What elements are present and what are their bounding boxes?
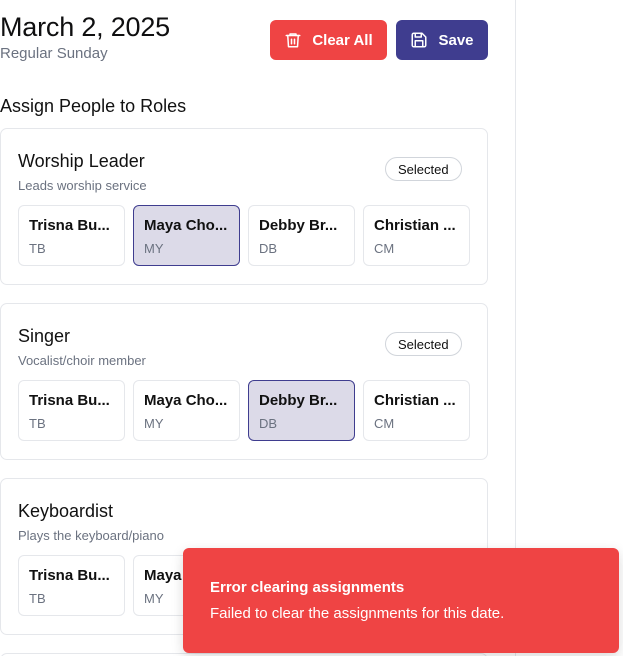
person-name: Debby Br...: [259, 217, 338, 234]
error-toast[interactable]: Error clearing assignments Failed to cle…: [183, 548, 619, 653]
person-name: Trisna Bu...: [29, 392, 110, 409]
toast-message: Failed to clear the assignments for this…: [210, 605, 505, 622]
person-name: Christian ...: [374, 392, 456, 409]
person-name: Trisna Bu...: [29, 217, 110, 234]
role-name: Keyboardist: [18, 501, 114, 521]
person-name: Maya Cho...: [144, 217, 228, 234]
trash-icon: [285, 33, 301, 48]
save-label: Save: [438, 31, 474, 49]
person-initials: MY: [144, 241, 164, 256]
person-initials: TB: [29, 416, 46, 431]
service-type-label: Regular Sunday: [0, 45, 108, 62]
person-initials: MY: [144, 416, 164, 431]
person-card[interactable]: Debby Br... DB: [248, 205, 355, 266]
person-card[interactable]: Christian ... CM: [363, 205, 470, 266]
toast-title: Error clearing assignments: [210, 579, 405, 596]
person-card[interactable]: Christian ... CM: [363, 380, 470, 441]
role-card-singer: Singer Vocalist/choir member Selected Tr…: [0, 303, 488, 460]
page-title: March 2, 2025: [0, 12, 170, 42]
section-title: Assign People to Roles: [0, 96, 187, 116]
person-initials: CM: [374, 241, 395, 256]
clear-all-button[interactable]: Clear All: [270, 20, 387, 60]
person-card[interactable]: Trisna Bu... TB: [18, 205, 125, 266]
role-card-worship-leader: Worship Leader Leads worship service Sel…: [0, 128, 488, 285]
role-description: Vocalist/choir member: [18, 353, 146, 368]
person-initials: MY: [144, 591, 164, 606]
status-badge: Selected: [385, 157, 462, 181]
person-initials: TB: [29, 591, 46, 606]
person-card[interactable]: Maya Cho... MY: [133, 205, 240, 266]
person-card[interactable]: Debby Br... DB: [248, 380, 355, 441]
person-name: Trisna Bu...: [29, 567, 110, 584]
person-card[interactable]: Trisna Bu... TB: [18, 380, 125, 441]
status-badge: Selected: [385, 332, 462, 356]
role-name: Singer: [18, 326, 71, 346]
person-initials: DB: [259, 241, 278, 256]
role-description: Leads worship service: [18, 178, 147, 193]
clear-all-label: Clear All: [312, 31, 373, 49]
person-initials: DB: [259, 416, 278, 431]
role-description: Plays the keyboard/piano: [18, 528, 164, 543]
person-name: Maya Cho...: [144, 392, 228, 409]
person-card[interactable]: Trisna Bu... TB: [18, 555, 125, 616]
person-name: Debby Br...: [259, 392, 338, 409]
role-name: Worship Leader: [18, 151, 145, 171]
person-initials: TB: [29, 241, 46, 256]
person-name: Christian ...: [374, 217, 456, 234]
save-button[interactable]: Save: [396, 20, 488, 60]
floppy-disk-icon: [411, 32, 427, 48]
person-card[interactable]: Maya Cho... MY: [133, 380, 240, 441]
person-initials: CM: [374, 416, 395, 431]
